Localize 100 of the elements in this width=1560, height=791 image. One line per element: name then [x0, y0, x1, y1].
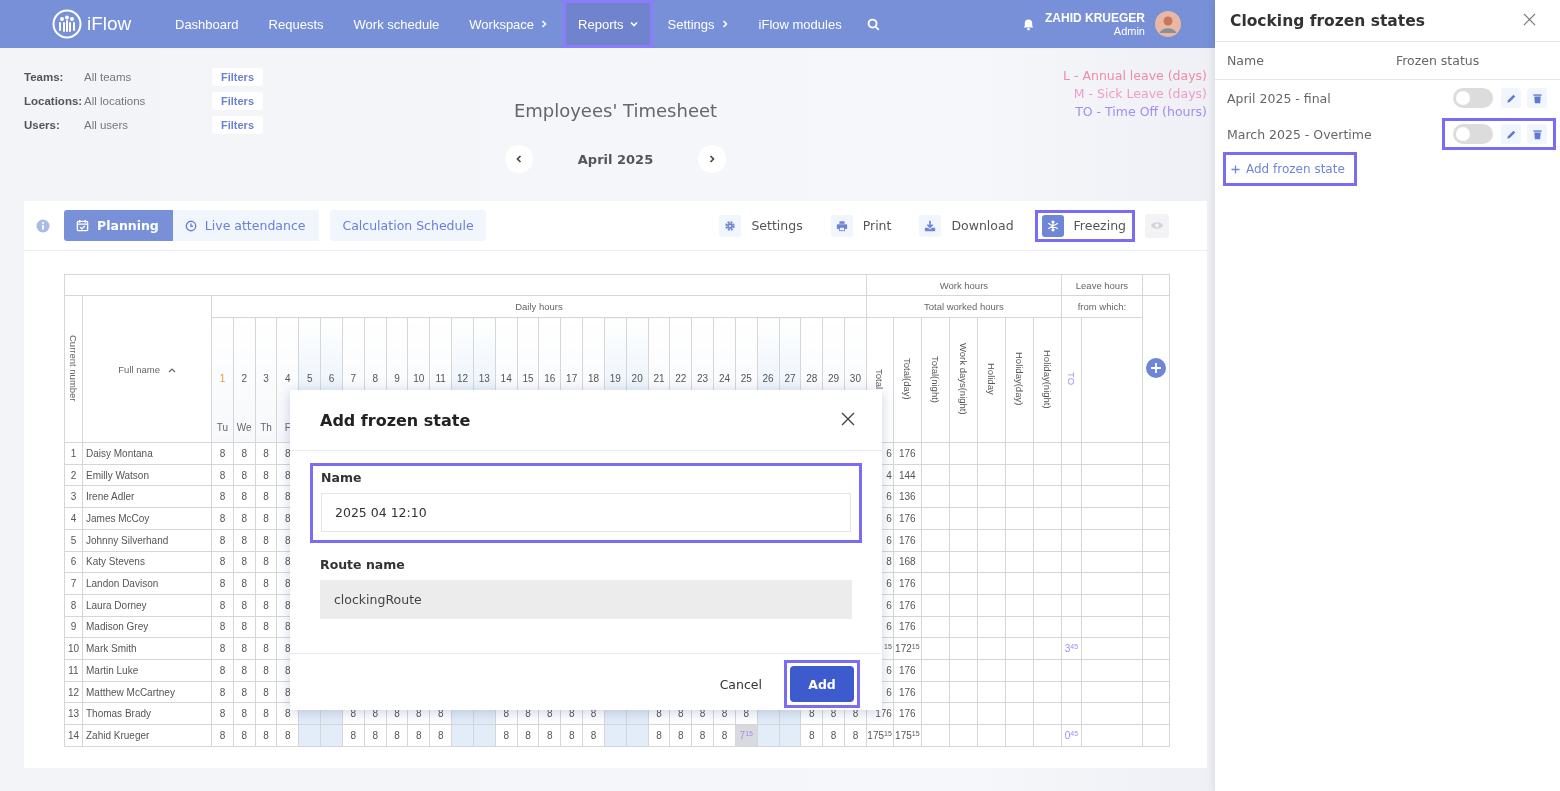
- filters-button[interactable]: Filters: [212, 68, 263, 86]
- settings-button[interactable]: Settings: [712, 209, 810, 242]
- name-field[interactable]: 2025 04 12:10: [321, 493, 851, 532]
- add-button[interactable]: Add: [790, 666, 854, 702]
- hours-cell: 8: [233, 572, 256, 595]
- hours-cell: 8: [364, 724, 387, 747]
- column-header[interactable]: Full name: [118, 363, 161, 375]
- total-cell: 175$^{15}$: [866, 724, 894, 747]
- delete-button[interactable]: [1527, 88, 1547, 108]
- frozen-state-name: April 2025 - final: [1227, 90, 1331, 106]
- hours-cell: 8: [233, 594, 256, 617]
- total-day-cell: 168: [893, 551, 922, 573]
- nav-item[interactable]: Dashboard: [160, 0, 254, 48]
- row-number: 2: [64, 464, 83, 486]
- hours-cell: 8: [429, 724, 452, 747]
- hours-cell: 8: [211, 702, 234, 725]
- time-off-cell: 0$^{45}$: [1061, 724, 1082, 747]
- nav-item[interactable]: Settings: [652, 0, 744, 48]
- filters-button[interactable]: Filters: [212, 116, 263, 134]
- hours-cell: 8: [495, 724, 518, 747]
- field-label: Name: [321, 470, 363, 485]
- trash-icon: [1531, 128, 1543, 140]
- delete-button[interactable]: [1527, 124, 1547, 144]
- column-header: Name: [1227, 53, 1264, 68]
- hours-cell: 8: [211, 724, 234, 747]
- hours-cell: 8: [255, 507, 277, 530]
- nav-item[interactable]: iFlow modules: [743, 0, 857, 48]
- avatar-icon[interactable]: [1155, 11, 1181, 37]
- edit-button[interactable]: [1501, 88, 1521, 108]
- add-frozen-state-link[interactable]: Add frozen state: [1223, 152, 1357, 186]
- filters-button[interactable]: Filters: [212, 92, 263, 110]
- nav-item[interactable]: Work schedule: [338, 0, 455, 48]
- search-icon: [866, 17, 880, 31]
- column-group-header: Daily hours: [211, 295, 867, 318]
- view-tab[interactable]: Live attendance: [172, 210, 320, 241]
- employee-name: Emilly Watson: [82, 464, 212, 486]
- hours-cell: 8: [233, 637, 256, 660]
- bell-icon[interactable]: [1022, 17, 1035, 31]
- nav-item[interactable]: Reports: [563, 0, 653, 48]
- calculation-schedule-button[interactable]: Calculation Schedule: [330, 210, 486, 241]
- row-number: 6: [64, 551, 83, 573]
- edit-button[interactable]: [1501, 124, 1521, 144]
- view-tab[interactable]: Planning: [64, 210, 173, 241]
- total-day-cell: 176: [893, 681, 922, 703]
- column-header: Total: [874, 368, 886, 390]
- hours-cell: 8: [211, 681, 234, 703]
- hours-cell: 8: [211, 507, 234, 530]
- pencil-icon: [1505, 128, 1517, 140]
- hours-cell: 8: [255, 681, 277, 703]
- legend-item: M - Sick Leave (days): [1073, 85, 1207, 103]
- freezing-button[interactable]: Freezing: [1034, 209, 1135, 242]
- employee-name: Zahid Krueger: [82, 724, 212, 747]
- hours-cell: 8: [517, 724, 539, 747]
- employee-name: Daisy Montana: [82, 442, 212, 465]
- row-number: 1: [64, 442, 83, 465]
- user-name: ZAHID KRUEGER: [1045, 11, 1145, 25]
- hours-cell: 8: [211, 659, 234, 682]
- column-header: Total(night): [929, 355, 941, 403]
- sort-up-icon[interactable]: [167, 366, 176, 373]
- total-day-cell: 176: [893, 594, 922, 617]
- row-number: 3: [64, 485, 83, 508]
- total-day-cell: 176: [893, 616, 922, 638]
- print-button[interactable]: Print: [823, 209, 899, 242]
- hours-cell: 8: [342, 724, 365, 747]
- trash-icon: [1531, 92, 1543, 104]
- row-number: 13: [64, 702, 83, 725]
- employee-name: Madison Grey: [82, 616, 212, 638]
- pencil-icon: [1505, 92, 1517, 104]
- row-number: 9: [64, 616, 83, 638]
- frozen-toggle[interactable]: [1453, 88, 1493, 108]
- cancel-button[interactable]: Cancel: [719, 676, 762, 692]
- employee-name: Mark Smith: [82, 637, 212, 660]
- hours-cell: 8: [233, 681, 256, 703]
- employee-name: Matthew McCartney: [82, 681, 212, 703]
- employee-name: Irene Adler: [82, 485, 212, 508]
- hours-cell: 8: [844, 724, 867, 747]
- frozen-toggle[interactable]: [1453, 124, 1493, 144]
- hours-cell: 8: [691, 724, 714, 747]
- plus-icon: [1231, 164, 1240, 174]
- hours-cell: 8: [582, 724, 605, 747]
- field-label: Route name: [320, 557, 406, 572]
- info-icon[interactable]: [36, 218, 50, 233]
- filter-label: Teams:: [24, 71, 65, 83]
- filter-value: All teams: [84, 71, 133, 83]
- employee-name: Landon Davison: [82, 572, 212, 595]
- hours-cell: 8: [211, 529, 234, 551]
- total-day-cell: 176: [893, 507, 922, 530]
- add-column-icon[interactable]: [1145, 358, 1166, 378]
- column-group-header: from which:: [1061, 295, 1143, 318]
- hours-cell: 8: [255, 485, 277, 508]
- hours-cell: 8: [233, 659, 256, 682]
- nav-item[interactable]: Workspace: [454, 0, 564, 48]
- download-button[interactable]: Download: [912, 209, 1021, 242]
- nav-item[interactable]: Requests: [253, 0, 339, 48]
- employee-name: Laura Dorney: [82, 594, 212, 617]
- hours-cell: 8: [822, 724, 845, 747]
- column-group-header: Leave hours: [1061, 274, 1143, 296]
- hours-cell: 8: [233, 485, 256, 508]
- logo-text: iFlow: [87, 13, 132, 35]
- printer-icon: [830, 214, 853, 237]
